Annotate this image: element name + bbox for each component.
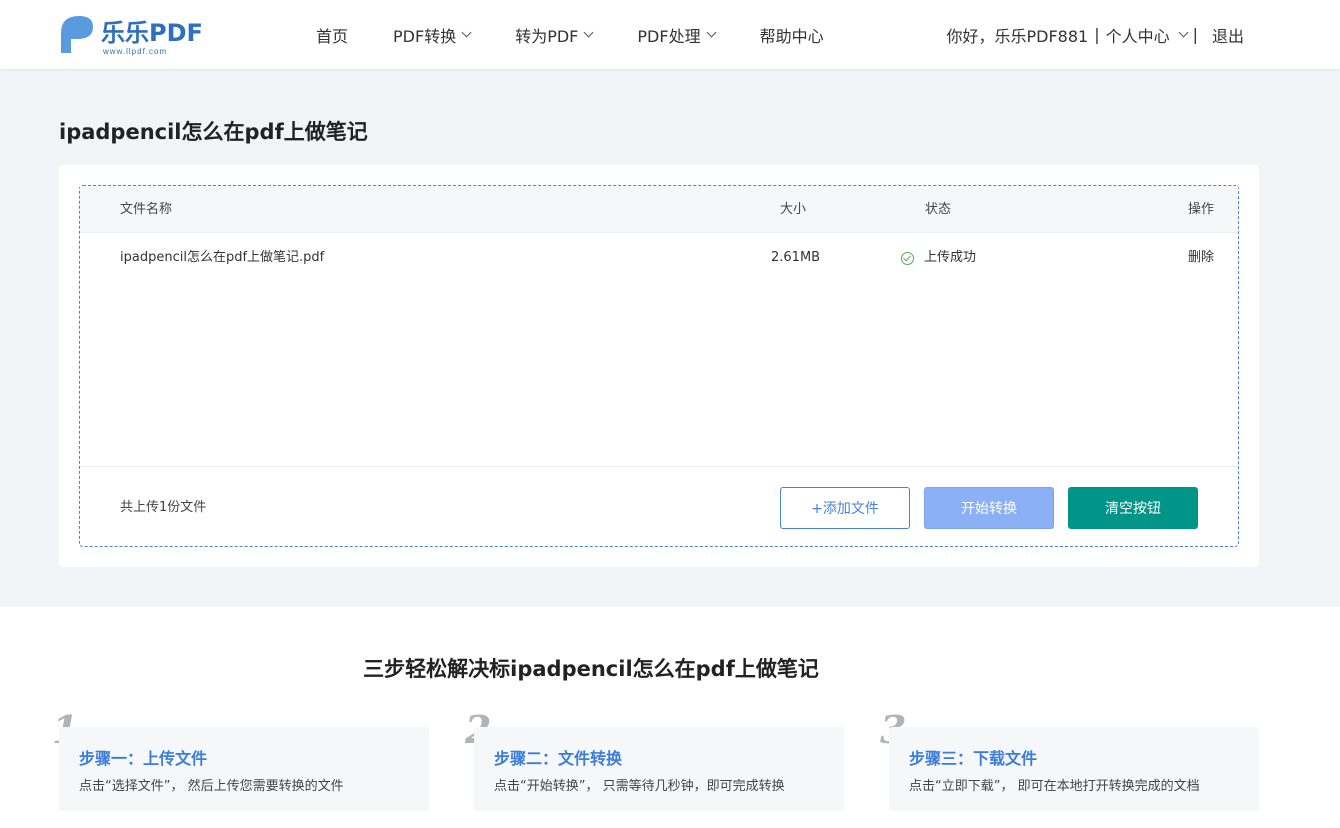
nav-item-to-pdf[interactable]: 转为PDF bbox=[515, 23, 594, 47]
step-desc: 点击“立即下载”， 即可在本地打开转换完成的文档 bbox=[909, 779, 1200, 794]
nav-item-help[interactable]: 帮助中心 bbox=[760, 23, 824, 47]
logo-url: www.llpdf.com bbox=[102, 47, 167, 56]
chevron-down-icon bbox=[461, 27, 472, 38]
logout-link[interactable]: 退出 bbox=[1212, 23, 1244, 47]
check-circle-icon bbox=[901, 251, 914, 265]
header-status: 状态 bbox=[925, 202, 952, 217]
upload-card: 文件名称 大小 状态 操作 ipadpencil怎么在pdf上做笔记.pdf 2… bbox=[59, 165, 1259, 567]
clear-button[interactable]: 清空按钮 bbox=[1068, 487, 1198, 529]
step-title: 步骤二：文件转换 bbox=[494, 749, 623, 768]
llpdf-logo[interactable]: Pdf 乐乐PDF www.llpdf.com bbox=[59, 13, 219, 57]
chevron-down-icon bbox=[583, 27, 594, 38]
top-header: Pdf 乐乐PDF www.llpdf.com 首页 PDF转换 转为PDF P… bbox=[0, 0, 1340, 69]
user-center-link[interactable]: 个人中心 bbox=[1106, 23, 1170, 47]
step-card-1: 步骤一：上传文件 点击“选择文件”， 然后上传您需要转换的文件 bbox=[59, 727, 429, 811]
chevron-down-icon bbox=[706, 27, 717, 38]
upload-footer: 共上传1份文件 +添加文件 开始转换 清空按钮 bbox=[80, 466, 1238, 547]
delete-link[interactable]: 删除 bbox=[1188, 233, 1214, 283]
file-name: ipadpencil怎么在pdf上做笔记.pdf bbox=[120, 250, 325, 265]
step-card-3: 步骤三：下载文件 点击“立即下载”， 即可在本地打开转换完成的文档 bbox=[889, 727, 1259, 811]
user-greeting: 你好，乐乐PDF881 bbox=[946, 26, 1089, 46]
steps-title: 三步轻松解决标ipadpencil怎么在pdf上做笔记 bbox=[363, 657, 819, 681]
table-row: ipadpencil怎么在pdf上做笔记.pdf 2.61MB 上传成功 删除 bbox=[80, 233, 1238, 283]
file-size: 2.61MB bbox=[771, 250, 821, 265]
upload-dropzone[interactable]: 文件名称 大小 状态 操作 ipadpencil怎么在pdf上做笔记.pdf 2… bbox=[79, 185, 1239, 547]
header-size: 大小 bbox=[780, 202, 807, 217]
step-card-2: 步骤二：文件转换 点击“开始转换”， 只需等待几秒钟，即可完成转换 bbox=[474, 727, 844, 811]
step-title: 步骤一：上传文件 bbox=[79, 749, 208, 768]
svg-text:Pdf: Pdf bbox=[74, 44, 93, 56]
logo-text: 乐乐PDF bbox=[101, 19, 203, 47]
add-file-button[interactable]: +添加文件 bbox=[780, 487, 910, 529]
step-desc: 点击“选择文件”， 然后上传您需要转换的文件 bbox=[79, 779, 344, 794]
header-op: 操作 bbox=[1187, 202, 1214, 217]
nav-item-pdf-process[interactable]: PDF处理 bbox=[637, 23, 717, 47]
chevron-down-icon[interactable] bbox=[1178, 27, 1189, 38]
file-status-text: 上传成功 bbox=[924, 250, 977, 265]
main-area: ipadpencil怎么在pdf上做笔记 文件名称 大小 状态 操作 ipadp… bbox=[0, 69, 1340, 607]
main-nav: 首页 PDF转换 转为PDF PDF处理 帮助中心 bbox=[316, 0, 869, 69]
nav-item-home[interactable]: 首页 bbox=[316, 23, 348, 47]
page-title: ipadpencil怎么在pdf上做笔记 bbox=[59, 120, 368, 144]
step-desc: 点击“开始转换”， 只需等待几秒钟，即可完成转换 bbox=[494, 779, 785, 794]
start-convert-button[interactable]: 开始转换 bbox=[924, 487, 1054, 529]
table-header: 文件名称 大小 状态 操作 bbox=[80, 186, 1238, 233]
step-title: 步骤三：下载文件 bbox=[909, 749, 1038, 768]
nav-item-pdf-convert[interactable]: PDF转换 bbox=[393, 23, 472, 47]
upload-count: 共上传1份文件 bbox=[120, 500, 207, 515]
user-area: 你好，乐乐PDF881 | 个人中心 | 退出 bbox=[946, 0, 1244, 69]
header-name: 文件名称 bbox=[120, 202, 173, 217]
file-status: 上传成功 bbox=[901, 233, 976, 283]
